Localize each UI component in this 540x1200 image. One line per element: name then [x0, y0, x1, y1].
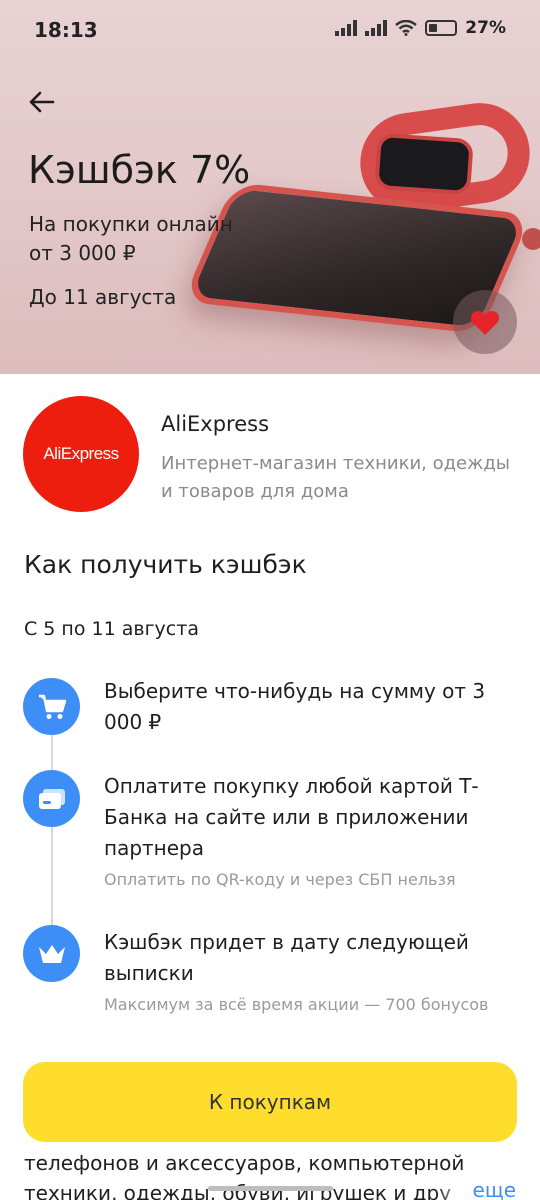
- fitness-band-screen: [378, 136, 470, 192]
- back-button[interactable]: [24, 84, 60, 120]
- decor-dot: [522, 228, 540, 250]
- crown-icon: [23, 925, 80, 982]
- arrow-left-icon: [29, 91, 55, 113]
- show-more-link[interactable]: еще: [436, 1178, 516, 1200]
- favorite-button[interactable]: [453, 290, 517, 354]
- card-icon: [23, 770, 80, 827]
- partner-description: Интернет-магазин техники, одежды и товар…: [161, 453, 510, 502]
- cart-icon: [23, 678, 80, 735]
- partner-logo: AliExpress: [23, 396, 139, 512]
- go-shopping-button[interactable]: К покупкам: [23, 1062, 517, 1142]
- step-1-text: Выберите что-нибудь на сумму от 3 000 ₽: [104, 679, 486, 734]
- offer-title: Кэшбэк 7%: [28, 148, 251, 192]
- promo-period: С 5 по 11 августа: [24, 618, 199, 640]
- step-3-note: Максимум за всё время акции — 700 бонусо…: [104, 995, 489, 1014]
- heart-icon: [470, 310, 500, 335]
- status-icons: 27%: [335, 18, 506, 38]
- section-title: Как получить кэшбэк: [24, 550, 307, 579]
- steps-timeline: [51, 735, 53, 925]
- description-line: телефонов и аксессуаров, компьютерной: [24, 1151, 465, 1175]
- step-3-text: Кэшбэк придет в дату следующей выписки: [104, 930, 469, 985]
- status-time: 18:13: [34, 18, 98, 42]
- signal-icon: [365, 20, 388, 36]
- step-2-note: Оплатить по QR-коду и через СБП нельзя: [104, 870, 456, 889]
- hero-banner: 18:13 27% Кэшбэк 7% На покупки онлайн от…: [0, 0, 540, 374]
- wifi-icon: [395, 20, 418, 36]
- step-2-text: Оплатите покупку любой картой Т-Банка на…: [104, 774, 479, 860]
- home-indicator[interactable]: [208, 1186, 333, 1191]
- battery-percent: 27%: [465, 18, 506, 38]
- status-bar: 18:13 27%: [0, 0, 540, 64]
- battery-icon: [425, 20, 458, 36]
- offer-subtitle: На покупки онлайн от 3 000 ₽: [29, 212, 233, 265]
- signal-icon: [335, 20, 358, 36]
- partner-name: AliExpress: [161, 412, 270, 436]
- offer-end-date: До 11 августа: [29, 285, 177, 309]
- partner-logo-text: AliExpress: [43, 444, 119, 463]
